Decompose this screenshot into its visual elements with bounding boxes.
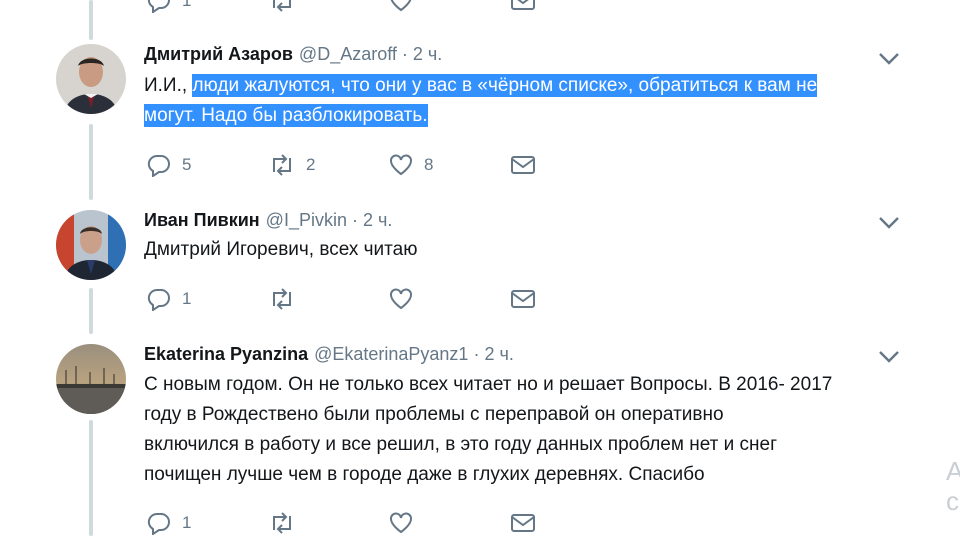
retweet-icon <box>273 0 291 12</box>
chevron-down-icon <box>879 351 899 363</box>
timestamp[interactable]: 2 ч. <box>363 210 392 231</box>
reply-count: 1 <box>182 289 192 308</box>
separator-dot: · <box>473 343 480 364</box>
reply-button[interactable]: 1 <box>146 0 191 16</box>
side-cut-text: А <box>946 456 960 486</box>
tweet-text: Дмитрий Игоревич, всех читаю <box>144 235 904 265</box>
display-name[interactable]: Иван Пивкин <box>144 210 260 231</box>
tweet-header: Иван Пивкин @I_Pivkin · 2 ч. <box>144 207 392 233</box>
reply-icon <box>147 288 170 311</box>
reply-button[interactable]: 1 <box>146 284 191 314</box>
like-icon <box>390 512 412 534</box>
tweet-actions: 1 <box>144 284 564 314</box>
tweet-text: И.И., люди жалуются, что они у вас в «чё… <box>144 71 904 131</box>
reply-count: 5 <box>182 155 192 174</box>
selected-text: люди жалуются, что они у вас в «чёрном с… <box>192 74 818 97</box>
tweet-text-prefix: И.И., <box>144 75 193 96</box>
message-icon <box>511 0 535 10</box>
timestamp[interactable]: 2 ч. <box>413 44 442 65</box>
retweet-button[interactable] <box>268 284 296 314</box>
retweet-icon <box>273 154 291 176</box>
tweet-header: Ekaterina Pyanzina @EkaterinaPyanz1 · 2 … <box>144 341 514 367</box>
tweet-header: Дмитрий Азаров @D_Azaroff · 2 ч. <box>144 41 442 67</box>
username[interactable]: @EkaterinaPyanz1 <box>314 344 468 365</box>
username[interactable]: @D_Azaroff <box>299 44 397 65</box>
chevron-down-icon <box>879 53 899 65</box>
avatar[interactable] <box>56 44 126 114</box>
tweet-text-body: Дмитрий Игоревич, всех читаю <box>144 239 418 260</box>
tweet-text-line: С новым годом. Он не только всех читает … <box>144 374 833 395</box>
username[interactable]: @I_Pivkin <box>266 210 347 231</box>
like-icon <box>390 288 412 310</box>
like-button[interactable] <box>388 0 414 16</box>
tweet-actions-partial: 1 <box>144 0 564 16</box>
display-name[interactable]: Ekaterina Pyanzina <box>144 344 308 365</box>
tweet-menu-button[interactable] <box>878 350 900 366</box>
message-icon <box>511 156 535 174</box>
reply-button[interactable]: 1 <box>146 508 191 538</box>
message-icon <box>511 290 535 308</box>
reply-icon <box>147 512 170 535</box>
message-button[interactable] <box>510 0 536 16</box>
message-icon <box>511 514 535 532</box>
retweet-icon <box>273 512 291 534</box>
avatar[interactable] <box>56 210 126 280</box>
like-icon <box>390 154 412 176</box>
like-button[interactable] <box>388 508 414 538</box>
retweet-count: 2 <box>306 155 316 174</box>
reply-count: 1 <box>182 513 192 532</box>
display-name[interactable]: Дмитрий Азаров <box>144 44 293 65</box>
retweet-button[interactable]: 2 <box>268 150 315 180</box>
retweet-button[interactable] <box>268 0 296 16</box>
retweet-button[interactable] <box>268 508 296 538</box>
like-icon <box>390 0 412 12</box>
tweet-menu-button[interactable] <box>878 216 900 232</box>
thread-line-top <box>89 0 93 40</box>
thread-line-1 <box>89 124 93 200</box>
like-count: 8 <box>424 155 434 174</box>
like-button[interactable]: 8 <box>388 150 433 180</box>
message-button[interactable] <box>510 508 536 538</box>
tweet-text-line: почищен лучше чем в городе даже в глухих… <box>144 464 705 485</box>
tweet-text-line: включился в работу и все решил, в это го… <box>144 434 778 455</box>
timestamp[interactable]: 2 ч. <box>484 344 513 365</box>
tweet-text: С новым годом. Он не только всех читает … <box>144 370 904 490</box>
reply-icon <box>147 154 170 177</box>
thread-line-3 <box>89 420 93 536</box>
reply-icon <box>147 0 170 13</box>
side-cut-text: с <box>946 486 959 516</box>
tweet-text-line: году в Рождествено были проблемы с переп… <box>144 404 724 425</box>
message-button[interactable] <box>510 150 536 180</box>
separator-dot: · <box>351 209 358 230</box>
tweet-actions: 1 <box>144 508 564 538</box>
retweet-icon <box>273 288 291 310</box>
reply-button[interactable]: 5 <box>146 150 191 180</box>
message-button[interactable] <box>510 284 536 314</box>
thread-line-2 <box>89 288 93 334</box>
like-button[interactable] <box>388 284 414 314</box>
chevron-down-icon <box>879 217 899 229</box>
selected-text: могут. Надо бы разблокировать. <box>144 104 428 127</box>
avatar[interactable] <box>56 344 126 414</box>
reply-count: 1 <box>182 0 192 10</box>
separator-dot: · <box>401 43 408 64</box>
tweet-menu-button[interactable] <box>878 52 900 68</box>
tweet-actions: 5 2 8 <box>144 150 564 180</box>
